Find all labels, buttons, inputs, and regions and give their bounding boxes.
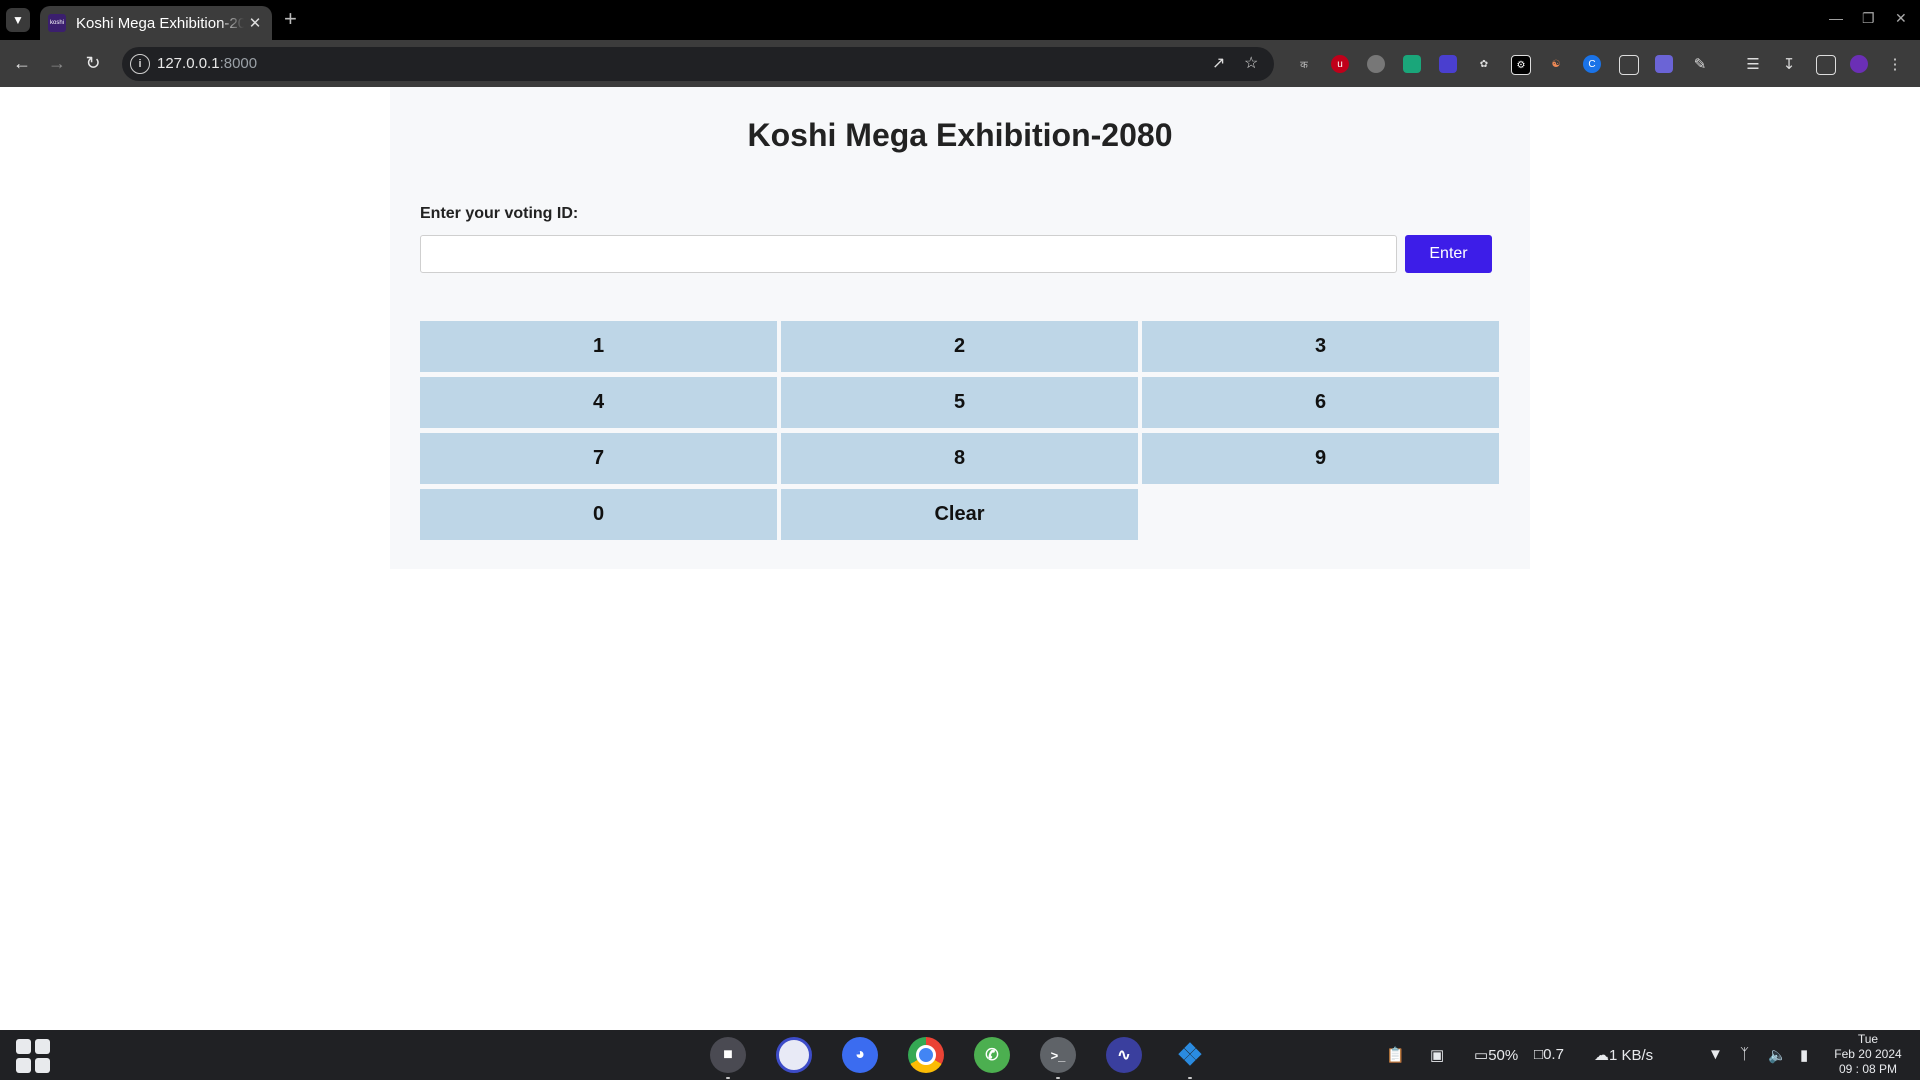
- download-icon[interactable]: ↧: [1780, 55, 1798, 73]
- extension-camera-icon[interactable]: [1655, 55, 1673, 73]
- address-bar[interactable]: i 127.0.0.1:8000 ↗ ☆: [122, 47, 1274, 81]
- clock[interactable]: Tue Feb 20 2024 09 : 08 PM: [1828, 1032, 1908, 1077]
- extension-glasses-icon[interactable]: ☯: [1547, 55, 1565, 73]
- battery-percent: ▭50%: [1474, 1046, 1518, 1064]
- site-info-icon[interactable]: i: [130, 54, 150, 74]
- volume-icon[interactable]: 🔈: [1768, 1046, 1787, 1064]
- ublock-icon[interactable]: u: [1331, 55, 1349, 73]
- extension-mail-icon[interactable]: [1403, 55, 1421, 73]
- tab-title: Koshi Mega Exhibition-2080: [76, 14, 244, 32]
- forward-arrow-icon[interactable]: →: [44, 50, 70, 76]
- enter-button[interactable]: Enter: [1405, 235, 1492, 273]
- battery-small-icon: ▭: [1474, 1047, 1489, 1064]
- clock-day: Tue: [1857, 1032, 1879, 1046]
- clock-date: Feb 20 2024: [1834, 1047, 1902, 1061]
- side-panel-icon[interactable]: [1816, 55, 1836, 75]
- reload-icon[interactable]: ↻: [80, 50, 106, 76]
- cloud-upload-icon: ☁: [1594, 1047, 1609, 1064]
- extension-gear-icon[interactable]: ⚙: [1511, 55, 1531, 75]
- files-app-icon[interactable]: ■: [710, 1037, 746, 1073]
- chrome-app-icon[interactable]: [908, 1037, 944, 1073]
- notes-app-icon[interactable]: [776, 1037, 812, 1073]
- restore-icon[interactable]: ❐: [1862, 10, 1875, 27]
- key-7[interactable]: 7: [420, 433, 777, 484]
- key-8[interactable]: 8: [781, 433, 1138, 484]
- key-0[interactable]: 0: [420, 489, 777, 540]
- url-port: :8000: [219, 55, 258, 72]
- key-4[interactable]: 4: [420, 377, 777, 428]
- clock-time: 09 : 08 PM: [1838, 1062, 1898, 1076]
- running-indicator: [1188, 1077, 1192, 1079]
- monitor-icon: □: [1534, 1046, 1544, 1063]
- tab-strip: ▼ koshi Koshi Mega Exhibition-2080 ✕ + —…: [0, 0, 1920, 40]
- window-close-icon[interactable]: ✕: [1895, 10, 1907, 27]
- url-text: 127.0.0.1:8000: [157, 55, 257, 72]
- running-indicator: [726, 1077, 730, 1079]
- app-launcher-icon[interactable]: [16, 1039, 50, 1073]
- cpu-load: □0.7: [1534, 1046, 1564, 1063]
- vscode-app-icon[interactable]: ❖: [1172, 1037, 1208, 1073]
- extension-leaf-icon[interactable]: ✿: [1475, 55, 1493, 73]
- key-9[interactable]: 9: [1142, 433, 1499, 484]
- bluetooth-icon[interactable]: ᛉ: [1740, 1046, 1749, 1063]
- voting-id-input[interactable]: [420, 235, 1397, 273]
- screen-cast-icon[interactable]: ▣: [1430, 1046, 1444, 1064]
- network-value: 1 KB/s: [1609, 1047, 1654, 1064]
- numeric-keypad: 1 2 3 4 5 6 7 8 9 0 Clear: [420, 321, 1500, 540]
- open-in-app-icon[interactable]: ↗: [1212, 53, 1225, 73]
- kebab-menu-icon[interactable]: ⋮: [1886, 55, 1904, 73]
- extensions-puzzle-icon[interactable]: ✎: [1691, 55, 1709, 73]
- extension-a-icon[interactable]: क: [1295, 55, 1313, 73]
- url-host: 127.0.0.1: [157, 55, 220, 72]
- network-speed: ☁1 KB/s: [1594, 1046, 1653, 1064]
- profile-avatar[interactable]: [1850, 55, 1868, 73]
- close-tab-icon[interactable]: ✕: [244, 14, 266, 32]
- bookmark-star-icon[interactable]: ☆: [1244, 53, 1258, 73]
- monitor-app-icon[interactable]: ∿: [1106, 1037, 1142, 1073]
- taskbar: ■ ◕ ✆ >_ ∿ ❖ 📋 ▣ ▭50% □0.7 ☁1 KB/s ▼ ᛉ 🔈…: [0, 1030, 1920, 1080]
- browser-tab[interactable]: koshi Koshi Mega Exhibition-2080 ✕: [40, 6, 272, 40]
- chevron-down-icon: ▼: [12, 13, 24, 27]
- clipboard-icon[interactable]: 📋: [1386, 1046, 1405, 1064]
- terminal-app-icon[interactable]: >_: [1040, 1037, 1076, 1073]
- back-arrow-icon[interactable]: ←: [9, 50, 35, 76]
- battery-icon[interactable]: ▮: [1800, 1046, 1808, 1064]
- page-title: Koshi Mega Exhibition-2080: [747, 117, 1173, 153]
- key-1[interactable]: 1: [420, 321, 777, 372]
- key-5[interactable]: 5: [781, 377, 1138, 428]
- tab-search-button[interactable]: ▼: [6, 8, 30, 32]
- extension-cursor-icon[interactable]: [1439, 55, 1457, 73]
- key-3[interactable]: 3: [1142, 321, 1499, 372]
- whatsapp-app-icon[interactable]: ✆: [974, 1037, 1010, 1073]
- wifi-icon[interactable]: ▼: [1708, 1046, 1723, 1063]
- voting-id-label: Enter your voting ID:: [420, 205, 579, 222]
- browser-toolbar: ← → ↻ i 127.0.0.1:8000 ↗ ☆ क u ✿ ⚙ ☯ C ✎…: [0, 40, 1920, 87]
- voting-card: Koshi Mega Exhibition-2080 Enter your vo…: [390, 87, 1530, 569]
- clear-button[interactable]: Clear: [781, 489, 1138, 540]
- minimize-icon[interactable]: —: [1829, 10, 1843, 26]
- new-tab-button[interactable]: +: [284, 8, 297, 30]
- running-indicator: [1056, 1077, 1060, 1079]
- cpu-value: 0.7: [1543, 1046, 1564, 1063]
- key-2[interactable]: 2: [781, 321, 1138, 372]
- battery-value: 50%: [1488, 1047, 1519, 1064]
- extension-box-icon[interactable]: [1619, 55, 1639, 75]
- media-control-icon[interactable]: ☰: [1744, 55, 1762, 73]
- key-6[interactable]: 6: [1142, 377, 1499, 428]
- extension-c-icon[interactable]: C: [1583, 55, 1601, 73]
- extension-shield-icon[interactable]: [1367, 55, 1385, 73]
- site-favicon-icon: koshi: [48, 14, 66, 32]
- mail-app-icon[interactable]: ◕: [842, 1037, 878, 1073]
